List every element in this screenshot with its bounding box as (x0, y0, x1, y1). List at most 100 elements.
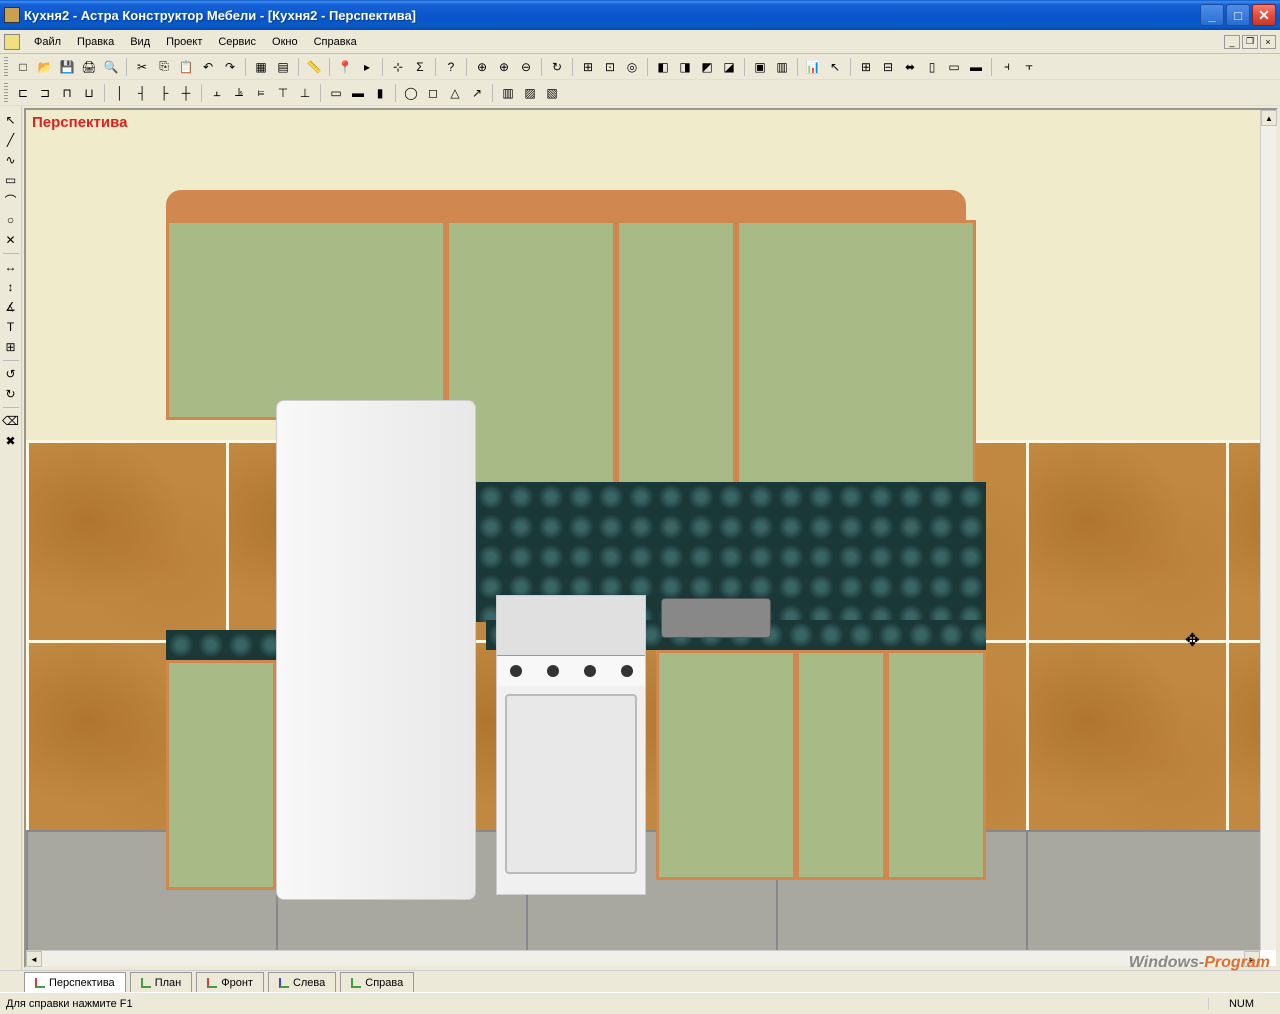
maximize-button[interactable]: □ (1226, 4, 1250, 26)
align5-button[interactable]: ⊥ (295, 83, 315, 103)
wall1-button[interactable]: ▥ (498, 83, 518, 103)
ruler-button[interactable]: 📏 (304, 57, 324, 77)
axes-button[interactable]: ⊹ (388, 57, 408, 77)
view-tab-Перспектива[interactable]: Перспектива (24, 972, 126, 992)
menu-help[interactable]: Справка (306, 33, 365, 51)
refresh-button[interactable]: ↻ (547, 57, 567, 77)
dim-a-button[interactable]: ∡ (2, 298, 20, 316)
cube3-button[interactable]: ◩ (697, 57, 717, 77)
div2-button[interactable]: ┤ (132, 83, 152, 103)
view-tab-План[interactable]: План (130, 972, 193, 992)
panel-h1-button[interactable]: ▭ (326, 83, 346, 103)
menu-app-icon[interactable] (4, 34, 20, 50)
cube-button[interactable]: ◻ (423, 83, 443, 103)
dim-v-button[interactable]: ↕ (2, 278, 20, 296)
origin-button[interactable]: ◎ (622, 57, 642, 77)
align2-button[interactable]: ⫡ (229, 83, 249, 103)
align3-button[interactable]: ⫢ (251, 83, 271, 103)
arrow-button[interactable]: ↗ (467, 83, 487, 103)
split1-button[interactable]: ⫞ (997, 57, 1017, 77)
table-button[interactable]: ⊞ (2, 338, 20, 356)
panel-h3-button[interactable]: ▮ (370, 83, 390, 103)
view-tab-Слева[interactable]: Слева (268, 972, 336, 992)
div3-button[interactable]: ├ (154, 83, 174, 103)
wall2-button[interactable]: ▨ (520, 83, 540, 103)
cube2-button[interactable]: ◨ (675, 57, 695, 77)
cube4-button[interactable]: ◪ (719, 57, 739, 77)
sum-button[interactable]: Σ (410, 57, 430, 77)
vertical-scrollbar[interactable]: ▲ (1260, 110, 1276, 950)
save-button[interactable]: 💾 (57, 57, 77, 77)
panel-h2-button[interactable]: ▬ (348, 83, 368, 103)
align4-button[interactable]: ⊤ (273, 83, 293, 103)
del1-button[interactable]: ⌫ (2, 412, 20, 430)
shelf1-button[interactable]: ⊏ (13, 83, 33, 103)
mdi-close-button[interactable]: × (1260, 35, 1276, 49)
preview-button[interactable]: 🔍 (101, 57, 121, 77)
copy-button[interactable]: ⎘ (154, 57, 174, 77)
cursor-button[interactable]: ↖ (825, 57, 845, 77)
zoom-out-button[interactable]: ⊖ (516, 57, 536, 77)
split2-button[interactable]: ⫟ (1019, 57, 1039, 77)
curve-button[interactable]: ∿ (2, 151, 20, 169)
menu-project[interactable]: Проект (158, 33, 210, 51)
grow-button[interactable]: ⬌ (900, 57, 920, 77)
rot-l-button[interactable]: ↺ (2, 365, 20, 383)
grid1-button[interactable]: ⊞ (856, 57, 876, 77)
view-tab-Справа[interactable]: Справа (340, 972, 414, 992)
menu-edit[interactable]: Правка (69, 33, 122, 51)
redo-button[interactable]: ↷ (220, 57, 240, 77)
menu-window[interactable]: Окно (264, 33, 306, 51)
cone-button[interactable]: △ (445, 83, 465, 103)
select-button[interactable]: ↖ (2, 111, 20, 129)
mdi-restore-button[interactable]: ❐ (1242, 35, 1258, 49)
menu-view[interactable]: Вид (122, 33, 158, 51)
rect-button[interactable]: ▭ (2, 171, 20, 189)
wall3-button[interactable]: ▧ (542, 83, 562, 103)
shelf3-button[interactable]: ⊓ (57, 83, 77, 103)
cut-button[interactable]: ✂ (132, 57, 152, 77)
zoom-in-button[interactable]: ⊕ (494, 57, 514, 77)
circle-button[interactable]: ○ (2, 211, 20, 229)
grid2-button[interactable]: ⊟ (878, 57, 898, 77)
cube1-button[interactable]: ◧ (653, 57, 673, 77)
dim-h-button[interactable]: ↔ (2, 258, 20, 276)
mdi-minimize-button[interactable]: _ (1224, 35, 1240, 49)
box1-button[interactable]: ▣ (750, 57, 770, 77)
div1-button[interactable]: │ (110, 83, 130, 103)
panel2-button[interactable]: ▭ (944, 57, 964, 77)
mark-gray-button[interactable]: ▸ (357, 57, 377, 77)
line-a-button[interactable]: ╱ (2, 131, 20, 149)
shelf4-button[interactable]: ⊔ (79, 83, 99, 103)
zoom-fit-button[interactable]: ⊕ (472, 57, 492, 77)
open-button[interactable]: 📂 (35, 57, 55, 77)
div4-button[interactable]: ┼ (176, 83, 196, 103)
close-button[interactable]: ✕ (1252, 4, 1276, 26)
shelf2-button[interactable]: ⊐ (35, 83, 55, 103)
panel1-button[interactable]: ▯ (922, 57, 942, 77)
del2-button[interactable]: ✖ (2, 432, 20, 450)
new-button[interactable]: □ (13, 57, 33, 77)
graph-button[interactable]: 📊 (803, 57, 823, 77)
box2-button[interactable]: ▥ (772, 57, 792, 77)
mark-red-button[interactable]: 📍 (335, 57, 355, 77)
menu-file[interactable]: Файл (26, 33, 69, 51)
scroll-left-button[interactable]: ◄ (26, 951, 42, 967)
print-button[interactable]: 🖨 (79, 57, 99, 77)
paste-button[interactable]: 📋 (176, 57, 196, 77)
cross-button[interactable]: ✕ (2, 231, 20, 249)
target-button[interactable]: ⊡ (600, 57, 620, 77)
horizontal-scrollbar[interactable]: ◄ ► (26, 950, 1260, 966)
cyl-button[interactable]: ◯ (401, 83, 421, 103)
help-button[interactable]: ? (441, 57, 461, 77)
viewport[interactable]: Перспектива (26, 110, 1260, 950)
minimize-button[interactable]: _ (1200, 4, 1224, 26)
undo-button[interactable]: ↶ (198, 57, 218, 77)
grid-button[interactable]: ▤ (273, 57, 293, 77)
view-tab-Фронт[interactable]: Фронт (196, 972, 264, 992)
rot-r-button[interactable]: ↻ (2, 385, 20, 403)
arc-button[interactable]: ⌒ (2, 191, 20, 209)
text-button[interactable]: T (2, 318, 20, 336)
panel3-button[interactable]: ▬ (966, 57, 986, 77)
menu-service[interactable]: Сервис (210, 33, 264, 51)
